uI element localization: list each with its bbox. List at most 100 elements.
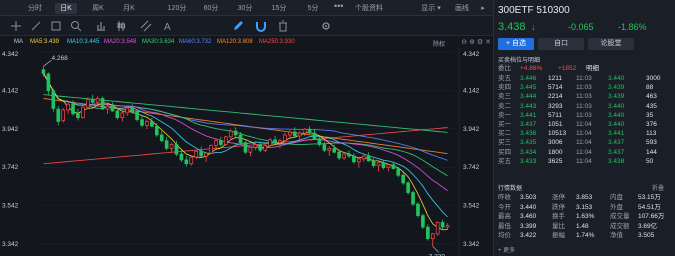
period-tab-60min[interactable]: 60分 xyxy=(200,3,222,14)
candle-down xyxy=(174,144,179,155)
period-tab-weekly[interactable]: 周K xyxy=(87,3,109,14)
ex-rights-toggle[interactable]: 除权 xyxy=(433,39,445,48)
candle-up xyxy=(302,128,307,134)
orderbook-tp: 3.440 xyxy=(608,102,625,110)
more-button[interactable]: + 更多 xyxy=(498,245,515,254)
kline-canvas[interactable]: 4.342 4.342 4.142 4.142 3.942 3.942 3.742 3.742… xyxy=(0,48,493,256)
period-tab-15min[interactable]: 15分 xyxy=(268,3,290,14)
orderbook-row: 买一 3.437 1051 11:04 3.440 376 xyxy=(498,120,672,129)
orderbook-tv: 3000 xyxy=(646,75,661,82)
orderbook-vol: 10513 xyxy=(548,130,567,138)
zoom-icon[interactable] xyxy=(70,20,82,32)
orderbook-tv: 435 xyxy=(646,102,657,110)
candle-down xyxy=(396,168,401,176)
stats-value: 53.15万 xyxy=(638,194,661,201)
candle-down xyxy=(337,151,341,159)
period-tab-5min[interactable]: 5分 xyxy=(302,3,324,14)
orderbook-label: 买二 xyxy=(498,130,511,138)
candle-down xyxy=(71,103,75,115)
stats-value: 3.460 xyxy=(520,213,537,220)
forum-button[interactable]: 论股堂 xyxy=(588,38,634,50)
self-button[interactable]: 自口 xyxy=(538,38,584,50)
stats-label: 涨停 xyxy=(552,194,565,201)
pencil-icon[interactable] xyxy=(232,20,244,32)
orderbook-price: 3.437 xyxy=(520,121,537,128)
ma20-value: MA20:3.548 xyxy=(104,39,137,45)
candle-down xyxy=(184,159,189,165)
text-tool-icon[interactable]: A xyxy=(162,20,174,32)
ma20-line xyxy=(43,73,448,191)
display-menu[interactable]: 显示 ▾ xyxy=(417,3,445,14)
orderbook-tv: 463 xyxy=(646,93,657,101)
high-label: 4.268 xyxy=(51,55,68,62)
stats-value: 3.422 xyxy=(520,232,537,239)
kline-chart[interactable]: 4.342 4.342 4.142 4.142 3.942 3.942 3.742 3.742… xyxy=(0,48,493,256)
candle-up xyxy=(145,121,149,126)
candle-up xyxy=(297,132,302,137)
orderbook-row: 卖五 3.446 1211 11:03 3.440 3000 xyxy=(498,74,672,83)
candle-down xyxy=(130,107,134,113)
stats-label: 成交量 xyxy=(610,213,630,220)
settings-button[interactable]: ▸ xyxy=(478,3,488,14)
period-tab-30min[interactable]: 30分 xyxy=(234,3,256,14)
orderbook-label: 卖二 xyxy=(498,102,511,110)
settings-icon[interactable] xyxy=(320,20,332,32)
rect-tool-icon[interactable] xyxy=(50,20,62,32)
detail-tab[interactable]: 明细 xyxy=(586,64,599,73)
crosshair-icon[interactable] xyxy=(10,20,22,32)
stats-label: 均价 xyxy=(498,232,511,239)
orderbook-time: 11:03 xyxy=(576,75,592,82)
orderbook-label: 卖五 xyxy=(498,75,511,82)
period-tab-intraday[interactable]: 分时 xyxy=(24,3,46,14)
y-tick-label-right: 3.742 xyxy=(463,164,480,171)
draw-line-button[interactable]: 画线 xyxy=(452,3,472,14)
ma-label[interactable]: MA xyxy=(14,39,23,45)
period-tab-120min[interactable]: 120分 xyxy=(166,3,188,14)
candle-up xyxy=(386,164,391,168)
stats-value: 1.63% xyxy=(576,213,595,220)
orderbook-time: 11:04 xyxy=(576,148,592,156)
period-toolbar: 分时 日K 周K 月K 120分 60分 30分 15分 5分 ••• 个股资料… xyxy=(0,0,493,16)
period-tab-monthly[interactable]: 月K xyxy=(118,3,140,14)
magnet-icon[interactable] xyxy=(255,20,267,32)
candle-down xyxy=(421,215,425,228)
candle-down xyxy=(347,153,351,157)
orderbook-vol: 3006 xyxy=(548,139,563,147)
price-change-pct: -1.86% xyxy=(618,22,647,32)
ma250-value: MA250:3.930 xyxy=(259,39,295,45)
candle-down xyxy=(135,111,139,120)
y-tick-label-right: 4.142 xyxy=(463,87,480,94)
candle-up xyxy=(376,162,381,167)
orderbook-tv: 50 xyxy=(646,157,654,165)
candle-down xyxy=(233,130,238,136)
delete-icon[interactable] xyxy=(277,20,289,32)
stats-label: 净值 xyxy=(610,232,623,239)
orderbook-price: 3.441 xyxy=(520,111,537,119)
add-watchlist-button[interactable]: + 自选 xyxy=(498,38,534,50)
stats-label: 外盘 xyxy=(610,203,623,211)
chart-control-icons[interactable]: ⊖ ⊕ ⚙ ✕ xyxy=(461,38,491,46)
low-marker xyxy=(432,246,439,253)
candle-up xyxy=(120,112,125,119)
security-title: 300ETF 510300 xyxy=(498,5,570,16)
parallel-line-icon[interactable] xyxy=(140,20,152,32)
candle-down xyxy=(406,182,410,193)
ma5-value: MA5:3.439 xyxy=(30,39,60,45)
stats-fold-button[interactable]: 折叠 xyxy=(652,183,664,192)
line-tool-icon[interactable] xyxy=(30,20,42,32)
more-periods-button[interactable]: ••• xyxy=(334,1,343,11)
stock-info-tab[interactable]: 个股资料 xyxy=(352,3,386,14)
bar-chart-icon[interactable] xyxy=(95,20,107,32)
orderbook-vol: 1051 xyxy=(548,121,563,128)
candle-down xyxy=(322,144,327,151)
orderbook-label: 卖三 xyxy=(498,93,511,101)
candle-up xyxy=(288,131,292,136)
period-tab-daily[interactable]: 日K xyxy=(55,3,77,14)
orderbook-tv: 88 xyxy=(646,84,654,92)
candle-down xyxy=(258,144,263,151)
candle-style-icon[interactable] xyxy=(115,20,127,32)
ma10-value: MA10:3.445 xyxy=(67,39,100,45)
price-change: -0.065 xyxy=(568,22,594,32)
orderbook-price: 3.434 xyxy=(520,148,537,156)
candle-down xyxy=(219,140,223,145)
